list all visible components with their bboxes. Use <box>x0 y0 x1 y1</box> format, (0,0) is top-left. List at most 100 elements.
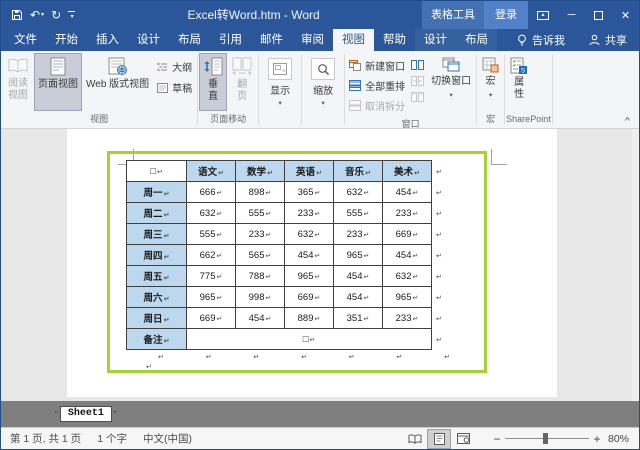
table-cell[interactable]: 233↵ <box>284 202 334 224</box>
table-cell[interactable]: 454↵ <box>382 244 432 266</box>
table-header-cell[interactable]: 语文↵ <box>186 160 236 182</box>
tab-插入[interactable]: 插入 <box>87 29 128 51</box>
outline-view-button[interactable]: 大纲 <box>157 59 192 74</box>
table-cell[interactable]: 965↵ <box>284 265 334 287</box>
table-cell[interactable]: 233↵ <box>382 202 432 224</box>
table-cell[interactable]: 632↵ <box>284 223 334 245</box>
zoom-slider[interactable] <box>505 433 589 444</box>
table-cell[interactable]: 998↵ <box>235 286 285 308</box>
table-cell[interactable]: 965↵ <box>186 286 236 308</box>
collapse-ribbon-icon[interactable]: ^ <box>625 116 630 124</box>
tab-设计-contextual[interactable]: 设计 <box>415 29 456 51</box>
tab-帮助[interactable]: 帮助 <box>374 29 415 51</box>
arrange-all-button[interactable]: 全部重排 <box>349 78 405 93</box>
tab-布局[interactable]: 布局 <box>169 29 210 51</box>
customize-qat-icon[interactable]: ▾ <box>68 10 76 20</box>
table-header-cell[interactable]: 英语↵ <box>284 160 334 182</box>
table-cell[interactable]: 669↵ <box>382 223 432 245</box>
table-header-cell[interactable]: 音乐↵ <box>333 160 383 182</box>
tab-设计[interactable]: 设计 <box>128 29 169 51</box>
save-icon[interactable] <box>11 9 23 21</box>
table-cell[interactable]: 555↵ <box>186 223 236 245</box>
table-cell[interactable]: 233↵ <box>382 307 432 329</box>
table-header-cell[interactable]: 美术↵ <box>382 160 432 182</box>
word-table[interactable]: □↵ 语文↵ 数学↵ 英语↵ 音乐↵ 美术↵ ↵ 周一↵ 666↵ 898↵ 365↵ 632↵ 454… <box>126 160 481 350</box>
vertical-scrollbar[interactable] <box>632 129 639 401</box>
table-cell[interactable]: 889↵ <box>284 307 334 329</box>
synchronous-scrolling-icon[interactable] <box>411 76 425 86</box>
minimize-button[interactable]: ─ <box>558 1 585 29</box>
table-cell[interactable]: 632↵ <box>333 181 383 203</box>
table-cell[interactable]: 233↵ <box>235 223 285 245</box>
table-cell[interactable]: 669↵ <box>284 286 334 308</box>
sheet-tab[interactable]: Sheet1 <box>59 406 112 422</box>
table-footer-cell[interactable]: □↵ <box>186 328 432 350</box>
table-cell[interactable]: 365↵ <box>284 181 334 203</box>
view-side-by-side-icon[interactable] <box>411 60 425 70</box>
tell-me-button[interactable]: 告诉我 <box>507 29 575 51</box>
tab-开始[interactable]: 开始 <box>46 29 87 51</box>
word-count-status[interactable]: 1 个字 <box>97 431 127 446</box>
undo-dropdown-icon[interactable]: ▾ <box>41 12 44 18</box>
web-layout-view-icon[interactable] <box>451 429 475 449</box>
table-cell[interactable]: 454↵ <box>284 244 334 266</box>
zoom-slider-thumb[interactable] <box>543 433 548 444</box>
page-number-status[interactable]: 第 1 页, 共 1 页 <box>10 431 81 446</box>
table-cell[interactable]: 669↵ <box>186 307 236 329</box>
zoom-percentage[interactable]: 80% <box>605 433 639 445</box>
table-cell[interactable]: 555↵ <box>333 202 383 224</box>
draft-view-button[interactable]: 草稿 <box>157 80 192 95</box>
tab-引用[interactable]: 引用 <box>210 29 251 51</box>
reset-window-position-icon[interactable] <box>411 92 425 102</box>
table-row-label[interactable]: 周五↵ <box>126 265 187 287</box>
zoom-in-button[interactable]: + <box>589 432 605 446</box>
table-cell[interactable]: 454↵ <box>333 265 383 287</box>
table-row-label[interactable]: 周一↵ <box>126 181 187 203</box>
read-mode-view-icon[interactable] <box>403 429 427 449</box>
ribbon-display-options-icon[interactable]: ▴ <box>528 1 558 29</box>
table-cell[interactable]: 662↵ <box>186 244 236 266</box>
sign-in-button[interactable]: 登录 <box>484 1 528 29</box>
table-cell[interactable]: 233↵ <box>333 223 383 245</box>
document-page[interactable]: □↵ 语文↵ 数学↵ 英语↵ 音乐↵ 美术↵ ↵ 周一↵ 666↵ 898↵ 365↵ 632↵ 454… <box>67 129 557 397</box>
web-layout-button[interactable]: Web 版式视图 <box>82 53 153 111</box>
close-button[interactable]: ✕ <box>612 1 639 29</box>
table-corner-cell[interactable]: □↵ <box>126 160 187 182</box>
macros-button[interactable]: 宏 ▾ <box>478 53 503 111</box>
table-cell[interactable]: 788↵ <box>235 265 285 287</box>
show-button[interactable]: 显示 ▾ <box>260 53 300 107</box>
table-row-label[interactable]: 周二↵ <box>126 202 187 224</box>
table-cell[interactable]: 775↵ <box>186 265 236 287</box>
print-layout-view-icon[interactable] <box>427 428 451 449</box>
table-cell[interactable]: 632↵ <box>382 265 432 287</box>
table-cell[interactable]: 454↵ <box>235 307 285 329</box>
table-cell[interactable]: 965↵ <box>333 244 383 266</box>
redo-icon[interactable]: ↻ <box>51 9 61 21</box>
share-button[interactable]: 共享 <box>577 29 639 51</box>
table-footer-label[interactable]: 备注↵ <box>126 328 187 350</box>
language-status[interactable]: 中文(中国) <box>143 431 192 446</box>
tab-文件[interactable]: 文件 <box>5 29 46 51</box>
tab-布局-contextual[interactable]: 布局 <box>456 29 497 51</box>
table-cell[interactable]: 565↵ <box>235 244 285 266</box>
table-row-label[interactable]: 周四↵ <box>126 244 187 266</box>
table-cell[interactable]: 632↵ <box>186 202 236 224</box>
table-cell[interactable]: 454↵ <box>382 181 432 203</box>
properties-button[interactable]: S 属性 <box>506 53 532 111</box>
table-cell[interactable]: 666↵ <box>186 181 236 203</box>
zoom-button[interactable]: 缩放 ▾ <box>303 53 343 107</box>
tab-邮件[interactable]: 邮件 <box>251 29 292 51</box>
table-cell[interactable]: 555↵ <box>235 202 285 224</box>
table-cell[interactable]: 454↵ <box>333 286 383 308</box>
maximize-button[interactable] <box>585 1 612 29</box>
undo-icon[interactable]: ↶ ▾ <box>30 9 44 21</box>
table-row-label[interactable]: 周三↵ <box>126 223 187 245</box>
switch-windows-button[interactable]: 切换窗口 ▾ <box>427 53 475 111</box>
read-mode-button[interactable]: 阅读视图 <box>2 53 34 111</box>
vertical-button[interactable]: 垂直 <box>199 53 228 111</box>
remove-split-button[interactable]: 取消拆分 <box>349 98 405 113</box>
side-to-side-button[interactable]: 翻页 <box>227 53 257 111</box>
print-layout-button[interactable]: 页面视图 <box>34 53 82 111</box>
table-cell[interactable]: 965↵ <box>382 286 432 308</box>
new-window-button[interactable]: 新建窗口 <box>349 58 405 73</box>
